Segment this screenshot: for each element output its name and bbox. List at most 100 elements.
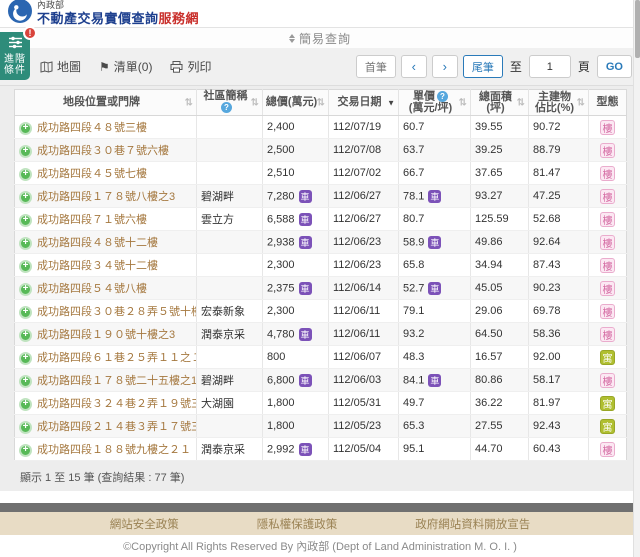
add-to-list-button[interactable]: + <box>19 444 32 457</box>
address-text: 成功路四段６１巷２５弄１１之１號二樓 <box>37 352 197 364</box>
address-cell: +成功路四段１７８號二十五樓之1 <box>15 369 197 392</box>
link-security-policy[interactable]: 網站安全政策 <box>110 516 179 532</box>
add-to-list-button[interactable]: + <box>19 260 32 273</box>
help-icon[interactable]: ? <box>221 102 232 113</box>
area-cell: 49.86 <box>471 231 529 254</box>
date-cell: 112/06/14 <box>329 277 399 300</box>
add-to-list-button[interactable]: + <box>19 191 32 204</box>
sort-icon[interactable]: ⇅ <box>577 97 585 108</box>
site-header: 內政部 不動產交易實價查詢服務網 <box>0 0 640 28</box>
community-cell: 雲立方 <box>197 208 263 231</box>
type-badge: 樓 <box>600 143 615 158</box>
col-address-label: 地段位置或門牌 <box>63 96 140 108</box>
tab-print[interactable]: 列印 <box>170 58 211 75</box>
type-badge: 樓 <box>600 304 615 319</box>
address-cell: + 成功路四段１８８號九樓之２１ <box>15 438 197 461</box>
add-to-list-button[interactable]: + <box>19 168 32 181</box>
ratio-cell: 81.97 <box>529 392 589 415</box>
help-icon[interactable]: ? <box>437 91 448 102</box>
address-text: 成功路四段１７８號八樓之3 <box>37 191 175 203</box>
scrollbar-thumb[interactable] <box>635 0 640 58</box>
type-cell: 樓 <box>589 323 627 346</box>
sort-icon[interactable]: ⇅ <box>251 97 259 108</box>
add-to-list-button[interactable]: + <box>19 306 32 319</box>
sort-icon[interactable]: ⇅ <box>517 97 525 108</box>
copyright-text: ©Copyright All Rights Reserved By 內政部 (D… <box>0 535 640 557</box>
add-to-list-button[interactable]: + <box>19 237 32 250</box>
vertical-scrollbar[interactable] <box>633 0 640 557</box>
address-text: 成功路四段１８８號九樓之２１ <box>37 444 191 456</box>
total-price-value: 2,500 <box>267 144 295 156</box>
area-cell: 29.06 <box>471 300 529 323</box>
ratio-cell: 87.43 <box>529 254 589 277</box>
unit-price-cell: 78.1車 <box>399 185 471 208</box>
community-cell: 潤泰京采 <box>197 438 263 461</box>
tab-list[interactable]: ⚑ 清單(0) <box>99 58 152 75</box>
add-to-list-button[interactable]: + <box>19 352 32 365</box>
next-page-button[interactable]: › <box>432 55 458 78</box>
address-text: 成功路四段３０巷２８弄５號十樓 <box>37 306 197 318</box>
prev-page-button[interactable]: ‹ <box>401 55 427 78</box>
table-row: +成功路四段４８號十二樓2,938車112/06/2358.9車49.8692.… <box>15 231 627 254</box>
col-ratio-label2: 佔比(%) <box>531 103 578 114</box>
total-price-value: 2,400 <box>267 121 295 133</box>
unit-price-value: 78.1 <box>403 190 424 202</box>
total-price-value: 2,992 <box>267 443 295 455</box>
last-page-button[interactable]: 尾筆 <box>463 55 503 78</box>
add-to-list-button[interactable]: + <box>19 283 32 296</box>
add-to-list-button[interactable]: + <box>19 122 32 135</box>
total-price-cell: 4,780車 <box>263 323 329 346</box>
col-area-label2: (坪) <box>473 103 518 114</box>
table-row: +成功路四段１７８號八樓之3碧湖畔7,280車112/06/2778.1車93.… <box>15 185 627 208</box>
sort-icon[interactable]: ⇅ <box>317 97 325 108</box>
query-mode-bar[interactable]: 簡易查詢 <box>0 28 640 48</box>
add-to-list-button[interactable]: + <box>19 421 32 434</box>
moi-logo-icon <box>8 0 32 28</box>
unit-price-value: 65.8 <box>403 259 424 271</box>
parking-badge: 車 <box>299 213 312 226</box>
link-open-data-declaration[interactable]: 政府網站資料開放宣告 <box>415 516 530 532</box>
table-header-row: 地段位置或門牌⇅ 社區簡稱?⇅ 總價(萬元)⇅ 交易日期▼ 單價?(萬元/坪)⇅… <box>15 90 627 116</box>
sort-desc-icon[interactable]: ▼ <box>387 97 395 108</box>
first-page-button[interactable]: 首筆 <box>356 55 396 78</box>
add-to-list-button[interactable]: + <box>19 329 32 342</box>
date-cell: 112/06/23 <box>329 231 399 254</box>
sort-icon[interactable]: ⇅ <box>459 97 467 108</box>
type-cell: 樓 <box>589 185 627 208</box>
add-to-list-button[interactable]: + <box>19 375 32 388</box>
add-to-list-button[interactable]: + <box>19 398 32 411</box>
ratio-cell: 69.78 <box>529 300 589 323</box>
add-to-list-button[interactable]: + <box>19 214 32 227</box>
add-to-list-button[interactable]: + <box>19 145 32 158</box>
total-price-cell: 800 <box>263 346 329 369</box>
col-date-label: 交易日期 <box>338 96 382 108</box>
table-row: +成功路四段２１４巷３弄１７號三樓1,800112/05/2365.327.55… <box>15 415 627 438</box>
address-cell: +成功路四段７１號六樓 <box>15 208 197 231</box>
site-logo[interactable]: 內政部 不動產交易實價查詢服務網 <box>8 0 199 28</box>
total-price-cell: 2,992車 <box>263 438 329 461</box>
address-text: 成功路四段１９０號十樓之3 <box>37 329 175 341</box>
link-privacy-policy[interactable]: 隱私權保護政策 <box>257 516 338 532</box>
ratio-cell: 52.68 <box>529 208 589 231</box>
unit-price-cell: 80.7 <box>399 208 471 231</box>
sort-icon[interactable]: ⇅ <box>185 97 193 108</box>
type-badge: 樓 <box>600 189 615 204</box>
address-cell: +成功路四段４８號三樓 <box>15 116 197 139</box>
area-cell: 45.05 <box>471 277 529 300</box>
table-row: +成功路四段４５號七樓2,510112/07/0266.737.6581.47樓 <box>15 162 627 185</box>
results-area: 地段位置或門牌⇅ 社區簡稱?⇅ 總價(萬元)⇅ 交易日期▼ 單價?(萬元/坪)⇅… <box>0 86 640 491</box>
total-price-cell: 2,938車 <box>263 231 329 254</box>
advanced-conditions-label-2: 條件 <box>4 65 26 76</box>
total-price-cell: 2,300 <box>263 254 329 277</box>
table-row: +成功路四段３４號十二樓2,300112/06/2365.834.9487.43… <box>15 254 627 277</box>
unit-price-value: 66.7 <box>403 167 424 179</box>
go-button[interactable]: GO <box>597 55 632 78</box>
tab-map[interactable]: 地圖 <box>40 58 81 75</box>
advanced-conditions-button[interactable]: 進階 條件 ! <box>0 32 30 80</box>
col-address: 地段位置或門牌 ⇅ <box>15 90 197 116</box>
date-cell: 112/06/23 <box>329 254 399 277</box>
address-text: 成功路四段３２４巷２弄１９號三樓 <box>37 398 197 410</box>
parking-badge: 車 <box>428 282 441 295</box>
page-number-input[interactable] <box>529 55 571 78</box>
total-price-cell: 2,375車 <box>263 277 329 300</box>
